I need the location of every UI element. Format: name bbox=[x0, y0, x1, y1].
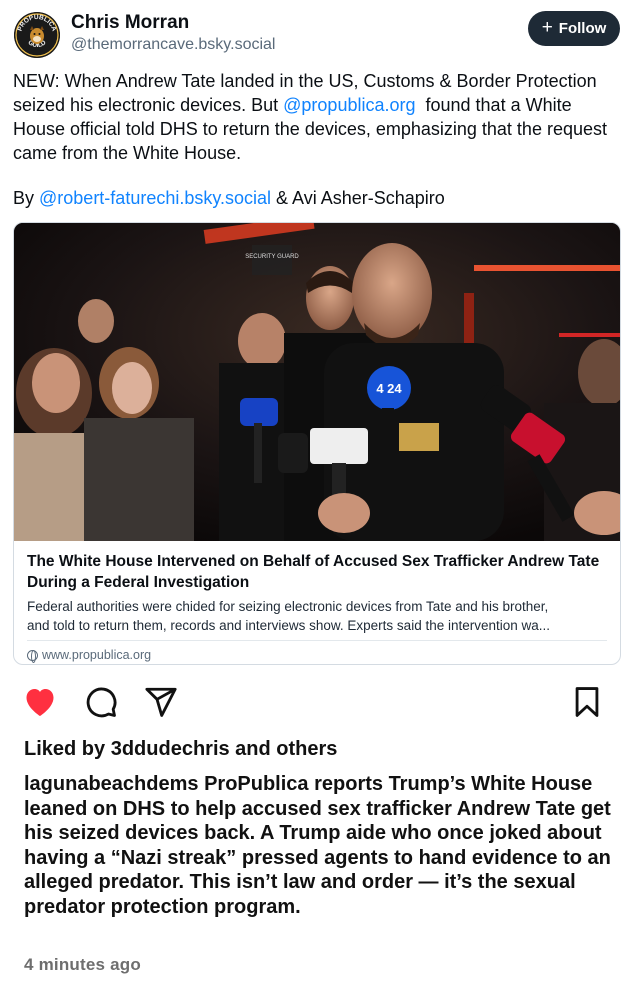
heart-icon[interactable] bbox=[22, 684, 58, 723]
liked-by-user[interactable]: 3ddudechris bbox=[111, 738, 230, 760]
mic-label: 4 24 bbox=[376, 381, 402, 396]
link-preview-card[interactable]: SECURITY GUARD 4 24 The White House Inte… bbox=[13, 222, 621, 665]
article-domain[interactable]: www.propublica.org bbox=[27, 648, 152, 663]
globe-icon bbox=[27, 649, 38, 663]
bluesky-post-card: PROPUBLICA GUILD Chris Morran @themorran… bbox=[0, 0, 631, 676]
security-sign-text: SECURITY GUARD bbox=[245, 254, 299, 260]
share-icon[interactable] bbox=[144, 685, 178, 724]
liked-by-prefix: Liked by bbox=[24, 738, 111, 760]
liked-by-line: Liked by 3ddudechris and others bbox=[24, 738, 337, 761]
post-action-bar bbox=[0, 676, 631, 736]
liked-by-and: and bbox=[229, 738, 277, 760]
post-byline: By @robert-faturechi.bsky.social & Avi A… bbox=[13, 186, 618, 210]
comment-icon[interactable] bbox=[84, 685, 118, 724]
bookmark-icon[interactable] bbox=[570, 685, 604, 724]
article-description-line1: Federal authorities were chided for seiz… bbox=[27, 599, 549, 614]
article-description-line2: and told to return them, records and int… bbox=[27, 618, 551, 633]
article-title[interactable]: The White House Intervened on Behalf of … bbox=[27, 551, 612, 593]
author-avatar[interactable]: PROPUBLICA GUILD bbox=[14, 12, 60, 58]
post-caption: lagunabeachdems ProPublica reports Trump… bbox=[24, 772, 614, 919]
article-description: Federal authorities were chided for seiz… bbox=[27, 597, 617, 635]
author-mention-link[interactable]: @robert-faturechi.bsky.social bbox=[39, 188, 271, 208]
byline-suffix: & Avi Asher-Schapiro bbox=[271, 188, 445, 208]
post-text: NEW: When Andrew Tate landed in the US, … bbox=[13, 69, 618, 165]
plus-icon: + bbox=[541, 17, 553, 38]
liked-by-others[interactable]: others bbox=[276, 738, 337, 760]
byline-prefix: By bbox=[13, 188, 40, 208]
post-timestamp: 4 minutes ago bbox=[24, 955, 141, 974]
caption-username[interactable]: lagunabeachdems bbox=[24, 773, 199, 795]
follow-label: Follow bbox=[558, 20, 607, 37]
article-domain-text: www.propublica.org bbox=[42, 648, 152, 662]
author-handle[interactable]: @themorrancave.bsky.social bbox=[71, 36, 275, 54]
embed-divider bbox=[27, 640, 607, 641]
author-name[interactable]: Chris Morran bbox=[71, 12, 189, 34]
article-image: SECURITY GUARD 4 24 bbox=[14, 223, 620, 541]
follow-button[interactable]: + Follow bbox=[528, 11, 620, 46]
propublica-mention-link[interactable]: @propublica.org bbox=[283, 95, 415, 115]
